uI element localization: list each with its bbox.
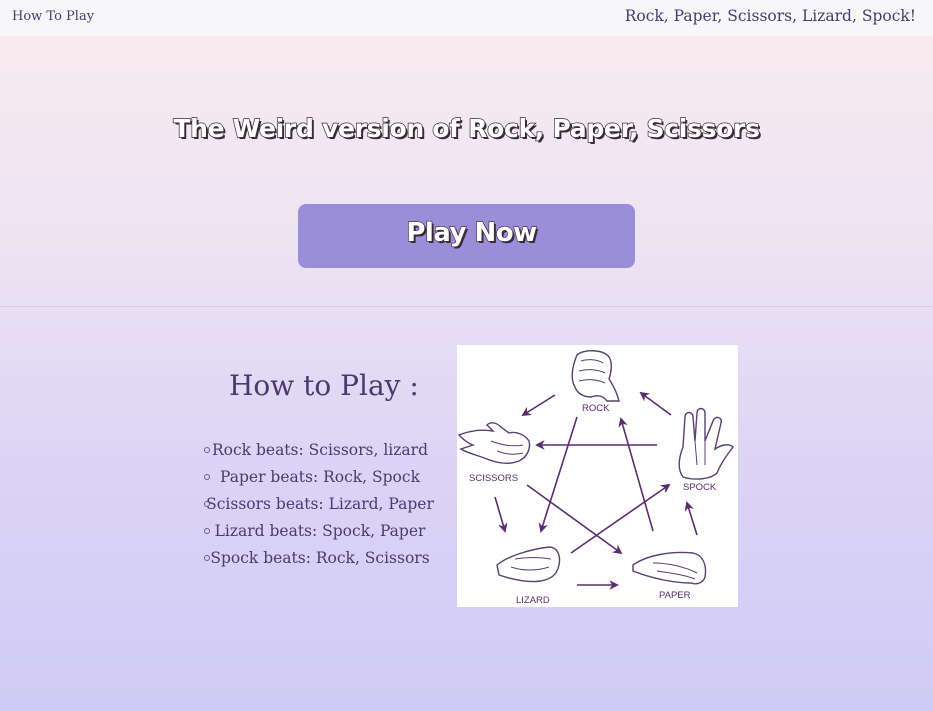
scissors-hand-icon — [457, 422, 531, 464]
rule-item: Spock beats: Rock, Scissors — [200, 546, 440, 573]
paper-hand-icon — [632, 551, 707, 585]
rule-item: Paper beats: Rock, Spock — [200, 465, 440, 492]
label-lizard: LIZARD — [516, 595, 550, 606]
top-navbar: How To Play Rock, Paper, Scissors, Lizar… — [0, 0, 933, 36]
rule-item: Scissors beats: Lizard, Paper — [200, 492, 440, 519]
label-spock: SPOCK — [683, 482, 717, 493]
section-divider — [0, 306, 933, 307]
spock-hand-icon — [678, 407, 734, 480]
lizard-hand-icon — [496, 546, 561, 583]
rules-diagram-image: ROCK SPOCK PAPER LIZARD SCISSORS — [457, 345, 738, 607]
rock-fist-icon — [571, 350, 620, 402]
nav-how-to-play-link[interactable]: How To Play — [12, 9, 94, 24]
rule-item: Rock beats: Scissors, lizard — [200, 438, 440, 465]
hero-title: The Weird version of Rock, Paper, Scisso… — [173, 113, 761, 143]
play-now-button[interactable]: Play Now — [298, 204, 635, 268]
rules-list: Rock beats: Scissors, lizard Paper beats… — [200, 438, 440, 573]
label-rock: ROCK — [582, 403, 610, 414]
rule-text: Spock beats: Rock, Scissors — [210, 549, 430, 567]
rule-text: Lizard beats: Spock, Paper — [214, 522, 426, 540]
rule-item: Lizard beats: Spock, Paper — [200, 519, 440, 546]
label-paper: PAPER — [659, 590, 691, 601]
label-scissors: SCISSORS — [469, 473, 518, 484]
rule-text: Paper beats: Rock, Spock — [220, 468, 420, 486]
bullet-icon — [204, 528, 210, 534]
rule-text: Rock beats: Scissors, lizard — [211, 441, 429, 459]
bullet-icon — [204, 501, 210, 507]
how-to-play-heading: How to Play : — [229, 369, 419, 402]
rule-text: Scissors beats: Lizard, Paper — [206, 495, 434, 513]
brand-title: Rock, Paper, Scissors, Lizard, Spock! — [624, 7, 916, 25]
bullet-icon — [204, 474, 210, 480]
bullet-icon — [204, 555, 210, 561]
bullet-icon — [204, 447, 210, 453]
